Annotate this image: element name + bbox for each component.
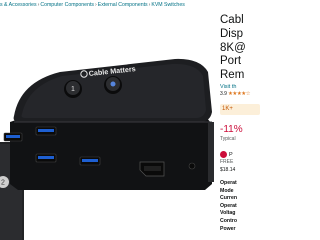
product-title: Rem: [220, 69, 245, 82]
usb-port: [35, 153, 57, 163]
breadcrumb-separator: ›: [95, 2, 97, 8]
spec-label: Curren: [220, 195, 238, 202]
switch-button-2: [104, 76, 122, 94]
remote-button-label: 2: [1, 180, 5, 187]
spec-label: Voltag: [220, 210, 236, 217]
usb-port: [79, 156, 101, 166]
specs-table: Operat Mode Curren Operat Voltag Contro …: [220, 180, 260, 233]
product-title: Cabl: [220, 14, 244, 26]
breadcrumb: s & Accessories›Computer Components›Exte…: [0, 0, 240, 12]
rating-row[interactable]: 3.9 ★★★★☆: [220, 91, 260, 98]
breadcrumb-item[interactable]: KVM Switches: [151, 2, 184, 8]
prime-icon: [220, 151, 227, 159]
free-delivery-label: FREE: [220, 158, 234, 165]
button-1-label: 1: [71, 86, 75, 93]
rating-value: 3.9: [220, 90, 227, 97]
discount-percent: -11%: [220, 123, 243, 135]
displayport-port: [139, 161, 165, 177]
spec-label: Contro: [220, 217, 237, 224]
breadcrumb-item[interactable]: Computer Components: [40, 2, 94, 8]
breadcrumb-item[interactable]: s & Accessories: [0, 2, 37, 8]
spec-label: Mode: [220, 187, 234, 194]
product-title: Disp: [220, 27, 244, 40]
spec-label: Operat: [220, 202, 237, 209]
usb-port: [3, 132, 23, 142]
side-jack: [188, 162, 196, 170]
bought-badge: 1K+: [220, 103, 260, 115]
usb-port: [35, 126, 57, 136]
prime-label: P: [229, 151, 233, 158]
breadcrumb-item[interactable]: External Components: [98, 2, 148, 8]
star-rating-icon: ★★★★☆: [227, 90, 251, 97]
typical-price-label: Typical: [220, 135, 236, 142]
shipping-price: $18.14: [220, 166, 236, 173]
spec-label: Power: [220, 225, 236, 232]
spec-label: Operat: [220, 179, 237, 186]
product-details-panel: Cabl Disp 8K@ Port Rem Visit th 3.9 ★★★★…: [220, 14, 260, 240]
visit-store-link[interactable]: Visit th: [220, 84, 260, 91]
product-main-image[interactable]: 2 Cable Matters 1: [0, 12, 214, 240]
kvm-switch-device: Cable Matters 1: [3, 58, 214, 190]
product-title: Port: [220, 55, 242, 68]
product-title: 8K@: [220, 41, 246, 54]
switch-button-1: 1: [64, 80, 82, 98]
prime-row: P: [220, 151, 260, 159]
